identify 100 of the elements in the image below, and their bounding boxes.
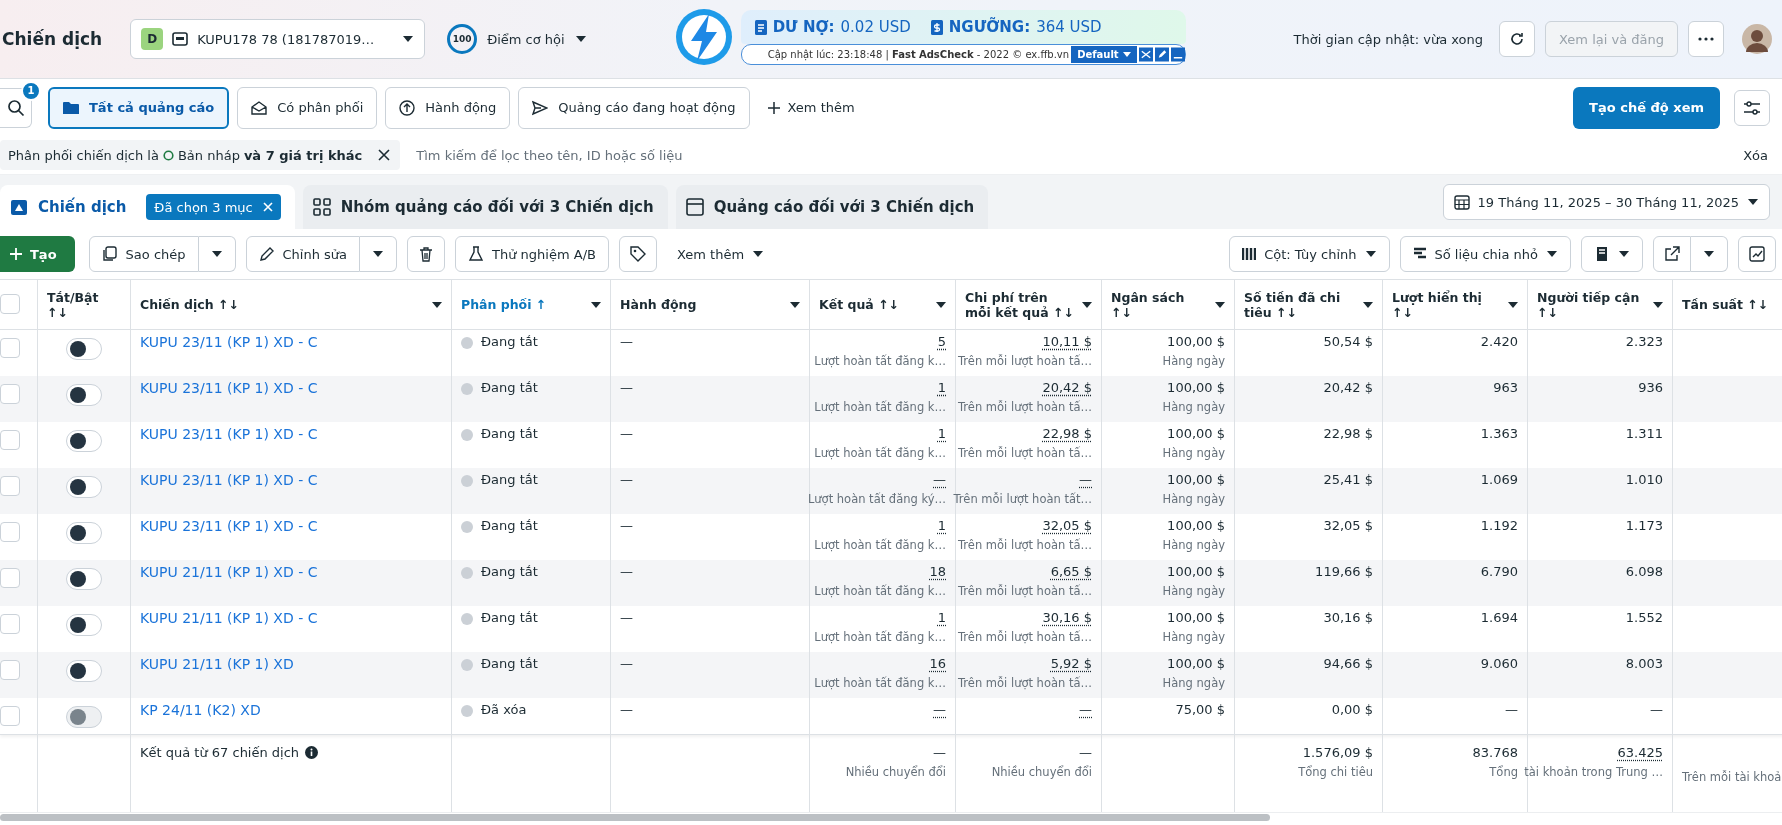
view-tab[interactable]: Hành động (385, 86, 511, 129)
select-all-checkbox[interactable] (0, 294, 20, 314)
toggle-switch[interactable] (66, 338, 102, 360)
result-value[interactable]: 1 (937, 610, 946, 625)
caret-icon[interactable] (1082, 301, 1092, 308)
column-header[interactable]: Tắt/Bật ↑↓ (38, 280, 131, 329)
level-tab[interactable]: Quảng cáo đối với 3 Chiến dịch (675, 185, 989, 229)
campaign-link[interactable]: KUPU 21/11 (KP 1) XD - C (140, 564, 442, 580)
chart-button[interactable] (1738, 236, 1776, 272)
dropdown-button[interactable] (198, 236, 236, 272)
cost-value[interactable]: 6,65 $ (1050, 564, 1092, 579)
filter-search-field[interactable]: Tìm kiếm để lọc theo tên, ID hoặc số liệu (414, 146, 1730, 164)
dropdown-button[interactable] (1691, 236, 1728, 272)
tag-button[interactable] (618, 236, 657, 272)
search-button[interactable] (0, 87, 32, 128)
view-tab[interactable]: Có phân phối (237, 86, 378, 129)
toggle-switch[interactable] (66, 614, 102, 636)
date-range-picker[interactable]: 19 Tháng 11, 2025 – 30 Tháng 11, 2025 (1442, 184, 1770, 220)
view-tab[interactable]: Quảng cáo đang hoạt động (518, 86, 750, 129)
result-value[interactable]: 1 (937, 380, 946, 395)
export-button[interactable] (1653, 236, 1691, 272)
account-selector[interactable]: D KUPU178 78 (181787019… (130, 19, 426, 59)
row-checkbox[interactable] (0, 430, 20, 450)
result-value[interactable]: 1 (937, 518, 946, 533)
caret-icon[interactable] (1653, 301, 1663, 308)
minimize-icon[interactable] (1170, 47, 1185, 62)
summary-value[interactable]: 63.425 (1617, 745, 1663, 760)
selection-chip[interactable]: Đã chọn 3 mục (146, 194, 281, 220)
cost-value[interactable]: — (1079, 472, 1092, 487)
column-header[interactable]: Ngân sách ↑↓ (1102, 280, 1235, 329)
toggle-switch[interactable] (66, 384, 102, 406)
campaign-link[interactable]: KUPU 21/11 (KP 1) XD (140, 656, 442, 672)
scrollbar-thumb[interactable] (0, 814, 1270, 821)
caret-icon[interactable] (1508, 301, 1518, 308)
toggle-switch[interactable] (66, 568, 102, 590)
create-view-button[interactable]: Tạo chế độ xem (1573, 86, 1720, 129)
result-value[interactable]: 5 (937, 334, 946, 349)
edit-button[interactable]: Chỉnh sửa (245, 236, 361, 272)
column-header[interactable]: Chiến dịch ↑↓ (131, 280, 452, 329)
dropdown-button[interactable] (360, 236, 398, 272)
cost-value[interactable]: 22,98 $ (1042, 426, 1092, 441)
opportunity-score[interactable]: 100 Điểm cơ hội (441, 23, 593, 55)
campaign-link[interactable]: KUPU 23/11 (KP 1) XD - C (140, 334, 442, 350)
breakdown-button[interactable]: Số liệu chia nhỏ (1399, 236, 1571, 272)
caret-icon[interactable] (432, 301, 442, 308)
column-header[interactable]: Kết quả ↑↓ (810, 280, 956, 329)
profile-select[interactable]: Default (1071, 46, 1137, 63)
cost-value[interactable]: 30,16 $ (1042, 610, 1092, 625)
result-value[interactable]: 1 (937, 426, 946, 441)
columns-button[interactable]: Cột: Tùy chỉnh (1229, 236, 1390, 272)
column-header[interactable]: Lượt hiển thị ↑↓ (1383, 280, 1528, 329)
edit-icon[interactable] (1154, 47, 1169, 62)
caret-icon[interactable] (591, 301, 601, 308)
toggle-switch[interactable] (66, 660, 102, 682)
toggle-switch[interactable] (66, 522, 102, 544)
row-checkbox[interactable] (0, 568, 20, 588)
column-header[interactable]: Tần suất ↑↓ (1673, 280, 1782, 329)
cost-value[interactable]: 5,92 $ (1050, 656, 1092, 671)
campaign-link[interactable]: KUPU 23/11 (KP 1) XD - C (140, 472, 442, 488)
create-button[interactable]: Tạo (0, 236, 75, 272)
level-tab[interactable]: Nhóm quảng cáo đối với 3 Chiến dịch (302, 185, 668, 229)
cost-value[interactable]: 20,42 $ (1042, 380, 1092, 395)
caret-icon[interactable] (1215, 301, 1225, 308)
delete-button[interactable] (407, 236, 446, 272)
column-header[interactable]: Số tiền đã chi tiêu ↑↓ (1235, 280, 1383, 329)
column-header[interactable]: Chi phí trên mỗi kết quả ↑↓ (956, 280, 1102, 329)
caret-icon[interactable] (936, 301, 946, 308)
settings-button[interactable] (1734, 89, 1770, 126)
info-icon[interactable] (305, 746, 319, 759)
result-value[interactable]: 18 (929, 564, 946, 579)
duplicate-button[interactable]: Sao chép (88, 236, 199, 272)
result-value[interactable]: 16 (929, 656, 946, 671)
row-checkbox[interactable] (0, 522, 20, 542)
caret-icon[interactable] (1363, 301, 1373, 308)
campaign-link[interactable]: KUPU 23/11 (KP 1) XD - C (140, 380, 442, 396)
column-header[interactable]: Hành động (611, 280, 810, 329)
row-checkbox[interactable] (0, 476, 20, 496)
cost-value[interactable]: 10,11 $ (1042, 334, 1092, 349)
row-checkbox[interactable] (0, 614, 20, 634)
avatar[interactable] (1742, 24, 1772, 54)
view-tab[interactable]: Tất cả quảng cáo (48, 86, 230, 129)
campaign-link[interactable]: KUPU 21/11 (KP 1) XD - C (140, 610, 442, 626)
column-header[interactable]: Phân phối ↑ (452, 280, 611, 329)
more-actions-button[interactable]: Xem thêm (666, 236, 775, 272)
row-checkbox[interactable] (0, 660, 20, 680)
toggle-switch[interactable] (66, 476, 102, 498)
toggle-switch[interactable] (66, 430, 102, 452)
close-icon[interactable] (378, 149, 391, 161)
result-value[interactable]: — (933, 472, 946, 487)
caret-icon[interactable] (790, 301, 800, 308)
refresh-button[interactable] (1499, 21, 1535, 57)
row-checkbox[interactable] (0, 384, 20, 404)
campaign-link[interactable]: KUPU 23/11 (KP 1) XD - C (140, 518, 442, 534)
filter-chip[interactable]: Phân phối chiến dịch là Bản nháp và 7 giá trị khác (0, 140, 401, 170)
more-views-button[interactable]: Xem thêm (757, 89, 865, 126)
cost-value[interactable]: 32,05 $ (1042, 518, 1092, 533)
row-checkbox[interactable] (0, 338, 20, 358)
level-tab[interactable]: Chiến dịch Đã chọn 3 mục (0, 185, 295, 229)
column-header[interactable]: Người tiếp cận ↑↓ (1528, 280, 1673, 329)
ab-test-button[interactable]: Thử nghiệm A/B (455, 236, 609, 272)
